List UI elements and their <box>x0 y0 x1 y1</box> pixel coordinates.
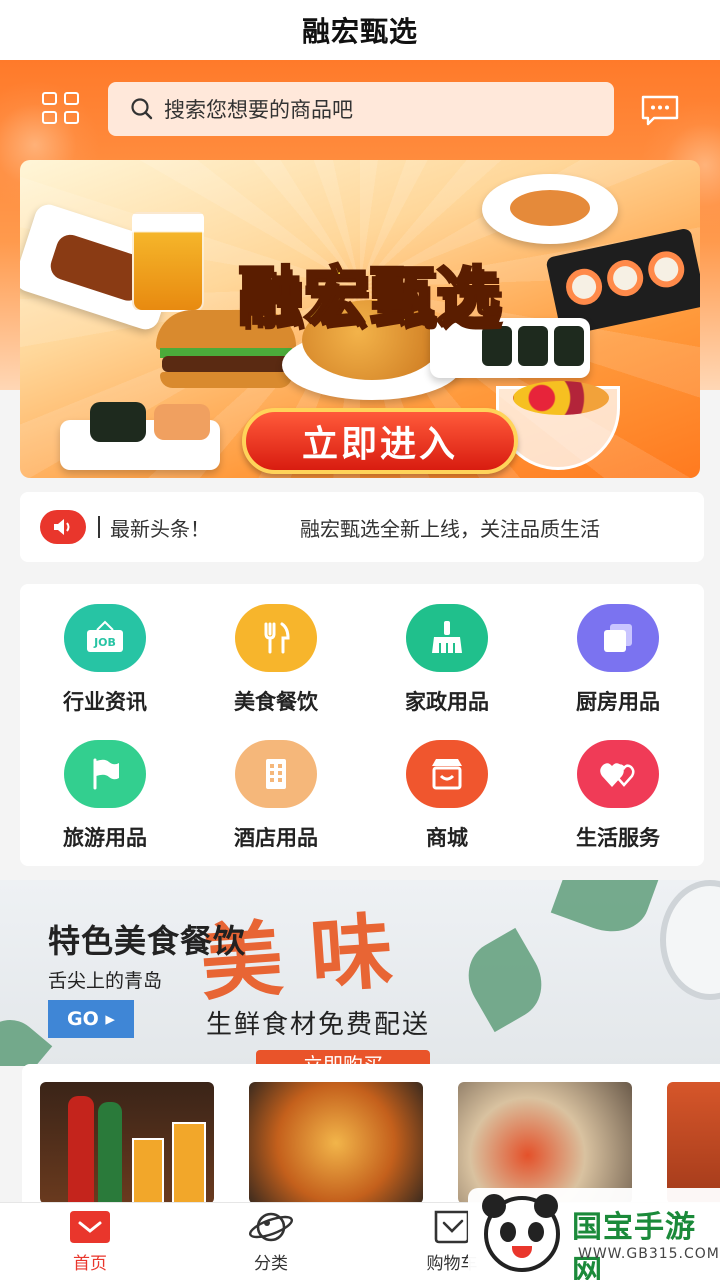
category-label: 生活服务 <box>576 826 660 850</box>
leaf-decoration <box>550 880 660 944</box>
leaf-decoration <box>0 1007 53 1066</box>
square-icon <box>577 604 659 672</box>
building-icon <box>235 740 317 808</box>
category-grid: JOB 行业资讯 美食餐饮 家政用品 厨房用品 旅游用品 酒店用品 商城 生活服… <box>20 584 704 866</box>
top-bar: 融宏甄选 <box>0 0 720 60</box>
job-sign-icon: JOB <box>64 604 146 672</box>
grid-menu-icon[interactable] <box>42 92 82 126</box>
planet-icon <box>248 1212 294 1242</box>
enter-now-label: 立即进入 <box>301 424 458 465</box>
ticker-divider <box>98 516 100 538</box>
category-label: 厨房用品 <box>576 690 660 714</box>
promo-tagline: 生鲜食材免费配送 <box>206 1010 431 1040</box>
tab-category[interactable]: 分类 <box>211 1209 331 1279</box>
beer-glass-image <box>132 212 204 312</box>
category-item[interactable]: 商城 <box>362 740 532 870</box>
site-watermark: 国宝手游网 WWW.GB315.COM <box>468 1188 720 1280</box>
home-icon <box>70 1211 110 1243</box>
page-title: 融宏甄选 <box>301 15 418 48</box>
product-card[interactable] <box>249 1082 423 1204</box>
category-label: 家政用品 <box>405 690 489 714</box>
plate-decoration <box>660 880 720 1000</box>
watermark-url: WWW.GB315.COM <box>578 1246 720 1262</box>
product-card[interactable] <box>458 1082 632 1204</box>
search-bar[interactable]: 搜索您想要的商品吧 <box>108 82 614 136</box>
hearts-icon <box>577 740 659 808</box>
speaker-icon <box>40 510 86 544</box>
message-icon[interactable] <box>640 94 680 126</box>
fork-knife-icon <box>235 604 317 672</box>
search-placeholder: 搜索您想要的商品吧 <box>164 98 353 122</box>
banner-title: 融宏甄选 <box>237 260 502 337</box>
promo-title: 特色美食餐饮 <box>48 922 247 960</box>
go-button[interactable]: GO ▸ <box>48 1000 134 1038</box>
product-card[interactable] <box>40 1082 214 1204</box>
tab-label: 首页 <box>73 1254 107 1274</box>
tab-home[interactable]: 首页 <box>30 1209 150 1279</box>
top-plate-image <box>482 174 618 244</box>
category-item[interactable]: 旅游用品 <box>20 740 190 870</box>
svg-text:JOB: JOB <box>93 636 116 649</box>
category-item[interactable]: JOB 行业资讯 <box>20 604 190 734</box>
category-item[interactable]: 美食餐饮 <box>191 604 361 734</box>
search-icon <box>131 98 153 120</box>
category-item[interactable]: 生活服务 <box>533 740 703 870</box>
food-promo-banner[interactable]: 美味 特色美食餐饮 舌尖上的青岛 GO ▸ 生鲜食材免费配送 立即购买 <box>0 880 720 1066</box>
enter-now-button[interactable]: 立即进入 <box>242 408 518 474</box>
category-item[interactable]: 厨房用品 <box>533 604 703 734</box>
news-label: 最新头条！ <box>110 516 210 541</box>
category-item[interactable]: 酒店用品 <box>191 740 361 870</box>
leaf-decoration <box>454 927 556 1033</box>
promo-subtitle: 舌尖上的青岛 <box>48 970 163 992</box>
category-label: 行业资讯 <box>63 690 147 714</box>
panda-logo-icon <box>482 1194 560 1272</box>
bottom-sushi-image <box>60 402 220 470</box>
category-label: 美食餐饮 <box>234 690 318 714</box>
category-label: 酒店用品 <box>234 826 318 850</box>
broom-icon <box>406 604 488 672</box>
product-card[interactable] <box>667 1082 720 1204</box>
promo-banner[interactable]: 融宏甄选 立即进入 <box>20 160 700 478</box>
shop-icon <box>406 740 488 808</box>
news-ticker[interactable]: 最新头条！ 融宏甄选全新上线，关注品质生活 <box>20 492 704 562</box>
product-carousel <box>22 1064 720 1204</box>
flag-icon <box>64 740 146 808</box>
category-label: 旅游用品 <box>63 826 147 850</box>
category-label: 商城 <box>426 826 468 850</box>
news-text[interactable]: 融宏甄选全新上线，关注品质生活 <box>300 513 600 542</box>
watermark-brand: 国宝手游网 <box>572 1210 696 1280</box>
category-item[interactable]: 家政用品 <box>362 604 532 734</box>
tab-label: 分类 <box>254 1254 288 1274</box>
